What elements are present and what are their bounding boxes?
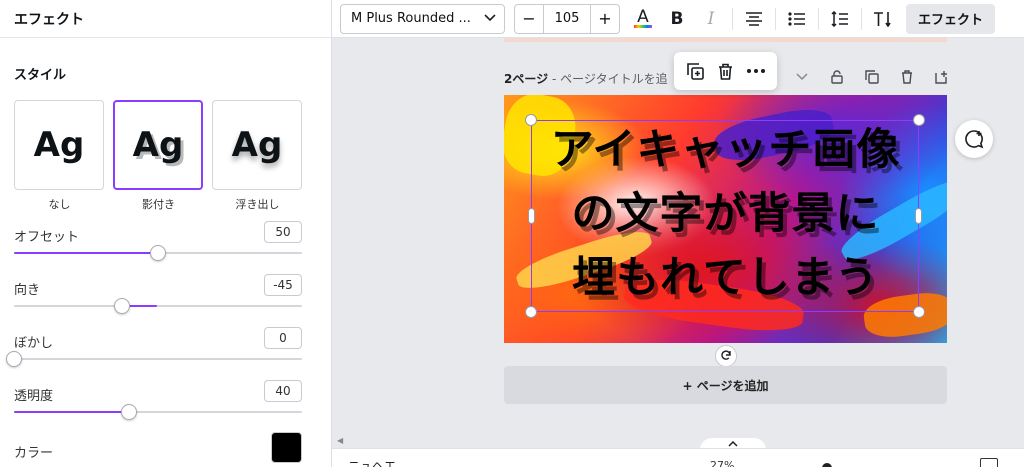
transparency-slider-knob[interactable] (121, 404, 138, 420)
font-size-increase-button[interactable]: + (591, 5, 619, 33)
resize-handle-top-right[interactable] (913, 114, 925, 126)
chevron-down-icon (484, 11, 496, 26)
lock-icon[interactable] (823, 66, 851, 88)
element-context-menu (674, 52, 777, 90)
offset-slider-row: オフセット 50 (14, 221, 302, 278)
style-option-shadow[interactable]: Ag 影付き (113, 100, 204, 212)
toolbar-divider (732, 7, 733, 30)
color-row: カラー (14, 432, 302, 464)
notes-button[interactable]: ニュヘエ (348, 457, 396, 467)
transparency-slider-row: 透明度 40 (14, 380, 302, 437)
offset-slider-track[interactable] (14, 245, 302, 261)
blur-slider-track[interactable] (6, 351, 302, 367)
previous-page-edge (504, 38, 947, 42)
style-caption-none: なし (48, 198, 71, 211)
color-swatch[interactable] (271, 432, 302, 463)
page-number-label: 2ページ (504, 72, 549, 86)
bottom-bar: ニュヘエ 27% (332, 448, 1024, 467)
text-toolbar: M Plus Rounded ... − 105 + A B I エフェクト (332, 0, 1024, 38)
panel-title: エフェクト (0, 0, 331, 38)
direction-slider-track[interactable] (14, 298, 302, 314)
font-size-input[interactable]: 105 (543, 4, 591, 33)
offset-label: オフセット (14, 230, 80, 245)
trash-icon[interactable] (712, 58, 738, 84)
rainbow-bar-icon (634, 25, 652, 28)
effects-button[interactable]: エフェクト (906, 3, 996, 34)
direction-slider-knob[interactable] (114, 298, 130, 314)
zoom-level: 27% (710, 459, 735, 467)
blur-slider-knob[interactable] (6, 351, 22, 367)
vertical-text-icon[interactable] (866, 4, 900, 34)
direction-value-input[interactable]: -45 (264, 274, 302, 296)
transparency-label: 透明度 (14, 389, 54, 404)
duplicate-icon[interactable] (682, 58, 708, 84)
add-comment-icon[interactable] (955, 120, 993, 158)
font-size-stepper: − 105 + (514, 3, 620, 34)
page-header: 2ページ - ページタイトルを追 (504, 70, 668, 87)
italic-button[interactable]: I (694, 4, 728, 34)
style-caption-shadow: 影付き (142, 198, 175, 211)
zoom-slider-knob[interactable] (822, 463, 832, 467)
resize-handle-top-left[interactable] (525, 114, 537, 126)
text-color-button[interactable]: A (626, 4, 660, 34)
resize-handle-bottom-right[interactable] (913, 306, 925, 318)
style-thumb-none[interactable]: Ag (14, 100, 104, 190)
bullet-list-icon[interactable] (780, 4, 814, 34)
resize-handle-left[interactable] (528, 208, 535, 224)
add-page-icon[interactable] (928, 66, 956, 88)
resize-handle-right[interactable] (915, 208, 922, 224)
font-family-name: M Plus Rounded ... (351, 11, 471, 26)
blur-value-input[interactable]: 0 (264, 327, 302, 349)
transparency-value-input[interactable]: 40 (264, 380, 302, 402)
toolbar-divider (775, 7, 776, 30)
blur-label: ぼかし (14, 336, 54, 351)
style-section-title: スタイル (14, 68, 67, 83)
color-label: カラー (14, 446, 54, 461)
scroll-left-icon[interactable]: ◀ (337, 436, 343, 445)
font-size-decrease-button[interactable]: − (515, 5, 543, 33)
transparency-slider-fill (14, 411, 130, 413)
style-thumb-lift[interactable]: Ag (212, 100, 302, 190)
style-caption-lift: 浮き出し (235, 198, 280, 211)
style-option-lift[interactable]: Ag 浮き出し (212, 100, 303, 212)
offset-slider-fill (14, 252, 158, 254)
bold-button[interactable]: B (660, 4, 694, 34)
style-option-none[interactable]: Ag なし (14, 100, 105, 212)
chevron-down-icon[interactable] (788, 66, 816, 88)
more-options-icon[interactable] (743, 58, 769, 84)
page-grid-icon[interactable] (980, 458, 998, 467)
text-color-glyph: A (637, 7, 649, 27)
transparency-slider-track[interactable] (14, 404, 302, 420)
toolbar-divider (818, 7, 819, 30)
toolbar-divider (861, 7, 862, 30)
style-thumb-shadow[interactable]: Ag (113, 100, 203, 190)
effects-panel: エフェクト スタイル Ag なし Ag 影付き Ag 浮き出し オフセット 50… (0, 0, 332, 467)
rotate-icon[interactable] (715, 345, 737, 367)
page-title-input[interactable]: - ページタイトルを追 (548, 72, 668, 86)
add-page-button[interactable]: + ページを追加 (504, 366, 947, 404)
selection-frame[interactable] (525, 114, 925, 318)
page-tools (788, 66, 956, 88)
style-options: Ag なし Ag 影付き Ag 浮き出し (14, 100, 303, 212)
duplicate-page-icon[interactable] (858, 66, 886, 88)
direction-slider-row: 向き -45 (14, 274, 302, 331)
font-family-dropdown[interactable]: M Plus Rounded ... (340, 3, 505, 34)
align-center-icon[interactable] (737, 4, 771, 34)
resize-handle-bottom-left[interactable] (525, 306, 537, 318)
offset-value-input[interactable]: 50 (264, 221, 302, 243)
offset-slider-knob[interactable] (150, 245, 166, 261)
delete-page-icon[interactable] (893, 66, 921, 88)
blur-slider-row: ぼかし 0 (6, 327, 302, 384)
direction-label: 向き (14, 283, 41, 298)
line-spacing-icon[interactable] (823, 4, 857, 34)
